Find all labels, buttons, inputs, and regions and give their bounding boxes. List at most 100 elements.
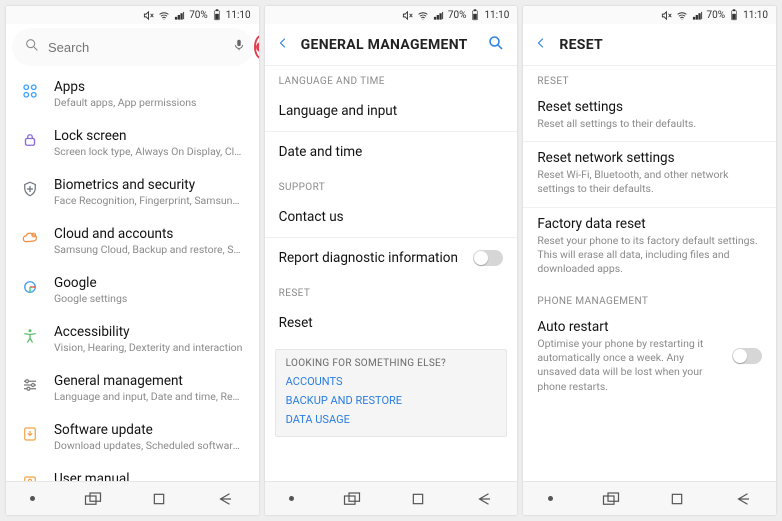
row-language-input[interactable]: Language and input: [265, 91, 518, 131]
nav-back-icon[interactable]: [475, 492, 493, 506]
item-title: Cloud and accounts: [54, 226, 245, 243]
mute-icon: [661, 10, 672, 21]
row-report-diagnostic[interactable]: Report diagnostic information: [265, 238, 518, 278]
screen-reset: 70% 11:10 RESET RESET Reset settings Res…: [523, 6, 776, 515]
page-title: RESET: [559, 37, 764, 53]
mute-icon: [402, 10, 413, 21]
signal-icon: [433, 10, 444, 21]
apps-icon: [20, 81, 40, 101]
row-sub: Reset your phone to its factory default …: [537, 232, 762, 277]
wifi-icon: [676, 10, 688, 21]
nav-bar: [265, 481, 518, 515]
nav-back-icon[interactable]: [216, 492, 234, 506]
row-reset-settings[interactable]: Reset settings Reset all settings to the…: [523, 91, 776, 141]
nav-dot-icon: [289, 496, 294, 501]
settings-item-apps[interactable]: AppsDefault apps, App permissions: [6, 70, 259, 119]
toggle-diagnostic[interactable]: [473, 250, 503, 266]
item-sub: Samsung Cloud, Backup and restore, Smart…: [54, 243, 245, 257]
row-auto-restart[interactable]: Auto restart Optimise your phone by rest…: [523, 311, 776, 404]
item-sub: Vision, Hearing, Dexterity and interacti…: [54, 341, 245, 355]
section-reset: RESET: [523, 66, 776, 91]
screen-settings-main: 70% 11:10 AppsDefault apps, App permissi…: [6, 6, 259, 515]
search-icon: [24, 37, 40, 57]
settings-item-cloud[interactable]: Cloud and accountsSamsung Cloud, Backup …: [6, 217, 259, 266]
settings-item-google[interactable]: GoogleGoogle settings: [6, 266, 259, 315]
nav-back-icon[interactable]: [734, 492, 752, 506]
row-label: Contact us: [279, 209, 344, 225]
settings-item-software-update[interactable]: Software updateDownload updates, Schedul…: [6, 413, 259, 462]
toggle-auto-restart[interactable]: [732, 348, 762, 364]
back-icon[interactable]: [277, 35, 289, 55]
item-sub: Google settings: [54, 292, 245, 306]
link-backup-restore[interactable]: BACKUP AND RESTORE: [286, 388, 497, 407]
section-support: SUPPORT: [265, 172, 518, 197]
item-title: Biometrics and security: [54, 177, 245, 194]
google-icon: [20, 277, 40, 297]
content: LANGUAGE AND TIME Language and input Dat…: [265, 66, 518, 481]
row-reset-network[interactable]: Reset network settings Reset Wi-Fi, Blue…: [523, 142, 776, 206]
row-label: Report diagnostic information: [279, 250, 458, 266]
search-icon[interactable]: [487, 34, 505, 56]
settings-item-general-management[interactable]: General managementLanguage and input, Da…: [6, 364, 259, 413]
back-icon[interactable]: [535, 35, 547, 55]
row-date-time[interactable]: Date and time: [265, 132, 518, 172]
sliders-icon: [20, 375, 40, 395]
mic-icon[interactable]: [232, 37, 246, 57]
battery-text: 70%: [448, 10, 467, 21]
item-title: Google: [54, 275, 245, 292]
item-sub: Screen lock type, Always On Display, Clo…: [54, 145, 245, 159]
row-reset[interactable]: Reset: [265, 303, 518, 343]
item-title: User manual: [54, 471, 245, 481]
manual-icon: [20, 473, 40, 481]
nav-home-icon[interactable]: [151, 491, 167, 507]
bixby-record-icon[interactable]: [254, 35, 259, 59]
item-sub: Face Recognition, Fingerprint, Samsung P…: [54, 194, 245, 208]
settings-list: AppsDefault apps, App permissions Lock s…: [6, 70, 259, 481]
search-bar[interactable]: [12, 28, 253, 66]
item-sub: Language and input, Date and time, Reset: [54, 390, 245, 404]
search-input[interactable]: [48, 40, 224, 55]
nav-recents-icon[interactable]: [343, 492, 361, 506]
battery-icon: [470, 9, 480, 21]
section-phone-management: PHONE MANAGEMENT: [523, 286, 776, 311]
nav-dot-icon: [548, 496, 553, 501]
lock-icon: [20, 130, 40, 150]
item-sub: Default apps, App permissions: [54, 96, 245, 110]
battery-icon: [212, 9, 222, 21]
wifi-icon: [417, 10, 429, 21]
row-factory-reset[interactable]: Factory data reset Reset your phone to i…: [523, 208, 776, 287]
item-title: Apps: [54, 79, 245, 96]
section-language-time: LANGUAGE AND TIME: [265, 66, 518, 91]
row-contact-us[interactable]: Contact us: [265, 197, 518, 237]
accessibility-icon: [20, 326, 40, 346]
nav-home-icon[interactable]: [410, 491, 426, 507]
nav-home-icon[interactable]: [669, 491, 685, 507]
settings-item-lock-screen[interactable]: Lock screenScreen lock type, Always On D…: [6, 119, 259, 168]
row-title: Reset network settings: [537, 150, 762, 166]
status-bar: 70% 11:10: [265, 6, 518, 24]
row-label: Language and input: [279, 103, 397, 119]
app-bar: GENERAL MANAGEMENT: [265, 24, 518, 66]
status-bar: 70% 11:10: [6, 6, 259, 24]
nav-dot-icon: [30, 496, 35, 501]
link-accounts[interactable]: ACCOUNTS: [286, 369, 497, 388]
nav-recents-icon[interactable]: [602, 492, 620, 506]
battery-icon: [729, 9, 739, 21]
nav-recents-icon[interactable]: [84, 492, 102, 506]
row-sub: Optimise your phone by restarting it aut…: [537, 335, 722, 394]
row-sub: Reset all settings to their defaults.: [537, 115, 762, 131]
row-sub: Reset Wi-Fi, Bluetooth, and other networ…: [537, 166, 762, 196]
settings-item-user-manual[interactable]: User manualUser manual: [6, 462, 259, 481]
suggestion-card: LOOKING FOR SOMETHING ELSE? ACCOUNTS BAC…: [275, 349, 508, 437]
cloud-icon: [20, 228, 40, 248]
download-icon: [20, 424, 40, 444]
row-label: Date and time: [279, 144, 363, 160]
settings-item-accessibility[interactable]: AccessibilityVision, Hearing, Dexterity …: [6, 315, 259, 364]
battery-text: 70%: [189, 10, 208, 21]
shield-icon: [20, 179, 40, 199]
link-data-usage[interactable]: DATA USAGE: [286, 407, 497, 426]
clock-text: 11:10: [743, 10, 768, 21]
row-title: Auto restart: [537, 319, 722, 335]
settings-item-biometrics[interactable]: Biometrics and securityFace Recognition,…: [6, 168, 259, 217]
suggestion-caption: LOOKING FOR SOMETHING ELSE?: [286, 358, 497, 369]
